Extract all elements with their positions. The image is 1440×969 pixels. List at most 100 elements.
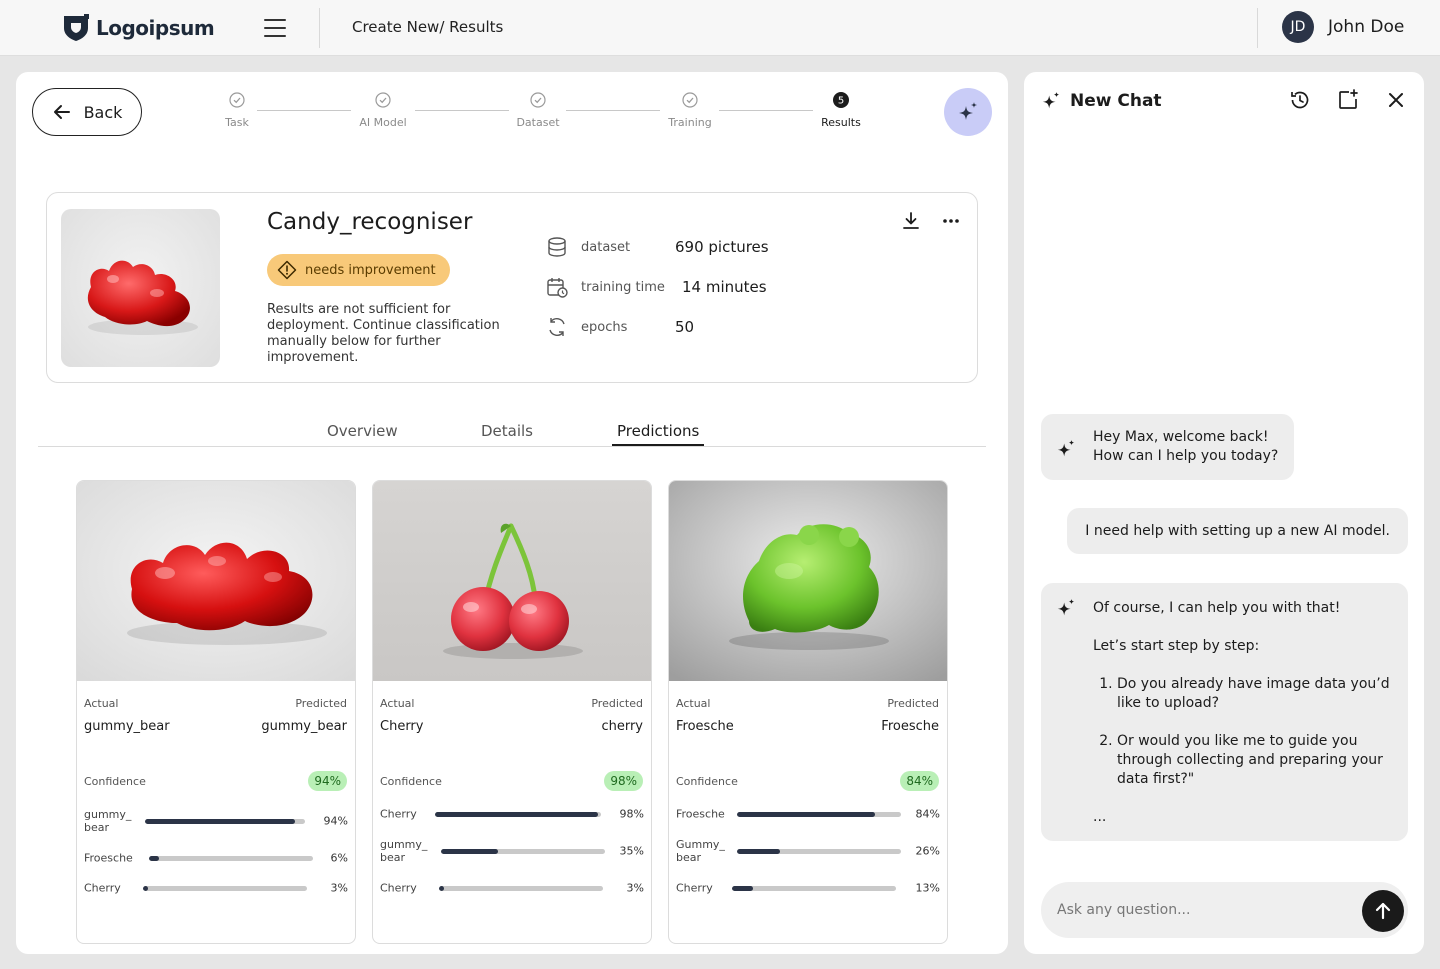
tab-bar: Overview Details Predictions <box>38 418 986 447</box>
class-name: Cherry <box>380 881 417 895</box>
avatar[interactable]: JD <box>1282 11 1314 43</box>
probability-row: Froesche 84% <box>676 800 940 828</box>
more-options-icon[interactable] <box>939 209 963 233</box>
tab-details[interactable]: Details <box>481 422 533 444</box>
meta-value: 14 minutes <box>682 278 767 296</box>
probability-bar <box>149 856 313 861</box>
step-results[interactable]: 5 Results <box>796 92 886 129</box>
probability-value: 98% <box>619 807 644 821</box>
step-number: 5 <box>838 96 844 107</box>
confidence-badge: 84% <box>900 771 939 791</box>
class-name: gummy_ bear <box>84 808 132 834</box>
probability-bar <box>737 849 901 854</box>
top-bar: Logoipsum Create New/ Results JD John Do… <box>0 0 1440 56</box>
probability-fill <box>737 849 780 854</box>
ai-assistant-button[interactable] <box>944 88 992 136</box>
class-name: Cherry <box>84 881 121 895</box>
probability-bar <box>441 849 605 854</box>
status-badge-label: needs improvement <box>305 262 436 278</box>
probability-value: 26% <box>915 844 940 858</box>
probability-fill <box>441 849 499 854</box>
probability-row: Cherry 3% <box>380 874 644 902</box>
message-list-item: Do you already have image data you’d lik… <box>1117 675 1392 713</box>
step-training[interactable]: Training <box>645 92 735 129</box>
database-icon <box>545 235 569 259</box>
probability-row: Cherry 3% <box>84 874 348 902</box>
back-button[interactable]: Back <box>32 88 142 136</box>
sparkle-icon <box>959 102 977 120</box>
sparkle-icon <box>1042 91 1060 109</box>
logo-text: Logoipsum <box>96 16 215 40</box>
actual-label: Actual <box>84 697 119 710</box>
predicted-value: Froesche <box>881 719 939 734</box>
model-description: Results are not sufficient for deploymen… <box>267 302 500 365</box>
prediction-card[interactable]: Actual Predicted Cherry cherry Confidenc… <box>372 480 652 944</box>
check-circle-icon <box>682 92 698 108</box>
menu-icon[interactable] <box>264 19 286 37</box>
step-label: Results <box>821 116 861 129</box>
probability-value: 6% <box>330 851 348 865</box>
probability-value: 13% <box>915 881 940 895</box>
logo[interactable]: Logoipsum <box>62 14 215 42</box>
meta-epochs: epochs 50 <box>545 315 694 339</box>
probability-row: Gummy_ bear 26% <box>676 837 940 865</box>
predicted-value: cherry <box>601 719 643 734</box>
check-circle-icon <box>229 92 245 108</box>
message-list-item: Or would you like me to guide you throug… <box>1117 732 1392 789</box>
close-icon[interactable] <box>1384 88 1408 112</box>
message-line: How can I help you today? <box>1093 448 1279 464</box>
model-summary-card: Candy_recogniser needs improvement Resul… <box>46 192 978 383</box>
probability-fill <box>732 886 754 891</box>
meta-label: epochs <box>581 319 628 335</box>
new-chat-icon[interactable] <box>1336 88 1360 112</box>
meta-dataset: dataset 690 pictures <box>545 235 769 259</box>
class-name: Cherry <box>380 807 417 821</box>
probability-fill <box>149 856 159 861</box>
tab-predictions[interactable]: Predictions <box>612 422 705 446</box>
actual-value: gummy_bear <box>84 719 170 734</box>
send-button[interactable] <box>1362 890 1404 932</box>
status-badge: needs improvement <box>267 254 450 286</box>
confidence-badge: 98% <box>604 771 643 791</box>
probability-bar <box>439 886 603 891</box>
actual-label: Actual <box>676 697 711 710</box>
model-thumbnail <box>61 209 220 367</box>
tab-overview[interactable]: Overview <box>327 422 398 444</box>
prediction-image <box>77 481 355 681</box>
user-name: John Doe <box>1328 17 1405 37</box>
prediction-image <box>669 481 947 681</box>
message-list: Do you already have image data you’d lik… <box>1117 675 1392 789</box>
probability-row: Cherry 13% <box>676 874 940 902</box>
actual-label: Actual <box>380 697 415 710</box>
probability-value: 94% <box>323 814 348 828</box>
step-dataset[interactable]: Dataset <box>493 92 583 129</box>
step-ai-model[interactable]: AI Model <box>338 92 428 129</box>
prediction-card[interactable]: Actual Predicted gummy_bear gummy_bear C… <box>76 480 356 944</box>
message-ellipsis: ... <box>1093 809 1107 825</box>
download-icon[interactable] <box>899 209 923 233</box>
probability-fill <box>143 886 148 891</box>
class-name: Cherry <box>676 881 713 895</box>
arrow-up-icon <box>1375 902 1391 920</box>
step-task[interactable]: Task <box>192 92 282 129</box>
probability-bar <box>145 819 305 824</box>
confidence-label: Confidence <box>676 775 738 788</box>
confidence-badge: 94% <box>308 771 347 791</box>
history-icon[interactable] <box>1288 88 1312 112</box>
class-name: Froesche <box>84 851 133 865</box>
meta-value: 690 pictures <box>675 238 769 256</box>
actual-value: Froesche <box>676 719 734 734</box>
calendar-clock-icon <box>545 275 569 299</box>
actual-value: Cherry <box>380 719 424 734</box>
main-panel: Task AI Model Dataset Training 5 Results… <box>16 72 1008 954</box>
chat-input[interactable] <box>1057 882 1347 938</box>
user-menu[interactable]: JD John Doe <box>1282 11 1404 43</box>
meta-training-time: training time 14 minutes <box>545 275 767 299</box>
class-name: gummy_ bear <box>380 838 428 864</box>
probability-value: 3% <box>626 881 644 895</box>
predicted-value: gummy_bear <box>261 719 347 734</box>
chat-title: New Chat <box>1070 91 1162 111</box>
probability-value: 35% <box>619 844 644 858</box>
meta-label: training time <box>581 279 665 295</box>
prediction-card[interactable]: Actual Predicted Froesche Froesche Confi… <box>668 480 948 944</box>
